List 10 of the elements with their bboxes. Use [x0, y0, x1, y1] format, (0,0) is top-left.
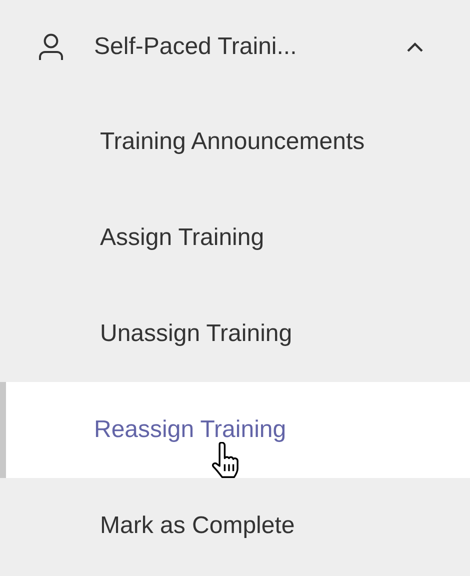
menu-item[interactable]: Training Announcements	[0, 94, 470, 190]
section-header[interactable]: Self-Paced Traini...	[0, 0, 470, 94]
menu-item[interactable]: Unassign Training	[0, 286, 470, 382]
person-icon	[38, 33, 64, 61]
menu-item[interactable]: Mark as Complete	[0, 478, 470, 574]
menu-item[interactable]: Assign Training	[0, 190, 470, 286]
hand-cursor-icon	[212, 442, 240, 478]
chevron-icon[interactable]	[406, 41, 424, 53]
menu-item[interactable]: Reassign Training	[0, 382, 470, 478]
section-title: Self-Paced Traini...	[94, 33, 298, 61]
